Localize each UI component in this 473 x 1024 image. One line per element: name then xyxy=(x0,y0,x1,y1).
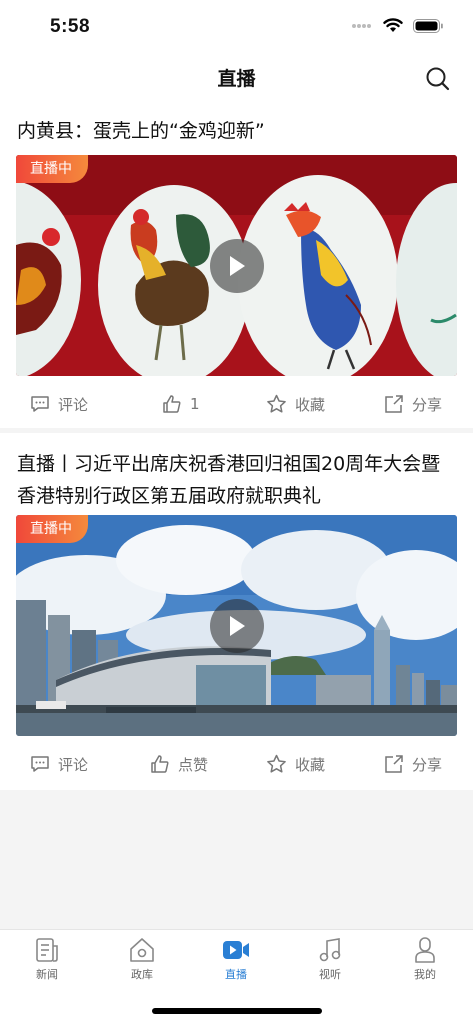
live-card[interactable]: 内黄县：蛋壳上的“金鸡迎新” 直播中 评论 1 收藏 分享 xyxy=(0,100,473,428)
play-icon xyxy=(229,615,245,636)
comment-icon xyxy=(31,756,49,772)
music-icon xyxy=(319,938,341,962)
tab-label: 视听 xyxy=(319,968,341,981)
share-button[interactable]: 分享 xyxy=(384,384,442,424)
status-bar: 5:58 xyxy=(0,0,473,56)
share-button[interactable]: 分享 xyxy=(384,744,442,784)
profile-icon xyxy=(415,937,435,963)
comment-button[interactable]: 评论 xyxy=(30,384,88,424)
page-title: 直播 xyxy=(217,68,256,90)
comment-label: 评论 xyxy=(58,755,89,774)
card-title: 直播丨习近平出席庆祝香港回归祖国20周年大会暨香港特别行政区第五届政府就职典礼 xyxy=(17,453,441,507)
card-title: 内黄县：蛋壳上的“金鸡迎新” xyxy=(17,120,265,142)
favorite-label: 收藏 xyxy=(295,755,326,774)
comment-label: 评论 xyxy=(58,395,89,414)
star-icon xyxy=(267,394,286,413)
tab-label: 政库 xyxy=(131,968,153,981)
favorite-label: 收藏 xyxy=(295,395,326,414)
wifi-icon xyxy=(383,18,403,32)
battery-icon xyxy=(413,18,443,33)
like-button[interactable]: 点赞 xyxy=(150,744,208,784)
play-icon xyxy=(229,255,245,276)
thumbs-up-icon xyxy=(151,755,169,773)
live-card[interactable]: 直播丨习近平出席庆祝香港回归祖国20周年大会暨香港特别行政区第五届政府就职典礼 xyxy=(0,433,473,790)
tab-profile[interactable]: 我的 xyxy=(390,936,460,982)
like-count: 1 xyxy=(190,395,200,413)
tab-label: 我的 xyxy=(414,968,436,981)
play-button[interactable] xyxy=(209,238,264,293)
tab-audio-video[interactable]: 视听 xyxy=(295,936,365,982)
tab-label: 直播 xyxy=(225,968,247,981)
tab-government[interactable]: 政库 xyxy=(107,936,177,982)
favorite-button[interactable]: 收藏 xyxy=(266,384,325,424)
status-indicators xyxy=(351,18,443,33)
search-icon[interactable] xyxy=(425,66,451,92)
share-icon xyxy=(385,755,403,773)
live-thumbnail[interactable]: 直播中 xyxy=(16,515,457,736)
tab-live[interactable]: 直播 xyxy=(201,936,271,982)
share-label: 分享 xyxy=(412,395,443,414)
share-icon xyxy=(385,395,403,413)
play-button[interactable] xyxy=(209,598,264,653)
card-actions: 评论 点赞 收藏 分享 xyxy=(0,744,473,784)
comment-icon xyxy=(31,396,49,412)
share-label: 分享 xyxy=(412,755,443,774)
live-video-icon xyxy=(223,941,249,959)
signal-icon xyxy=(352,23,371,28)
favorite-button[interactable]: 收藏 xyxy=(266,744,325,784)
like-label: 点赞 xyxy=(178,755,209,774)
live-badge: 直播中 xyxy=(16,155,88,183)
star-icon xyxy=(267,754,286,773)
government-icon xyxy=(130,938,154,962)
news-icon xyxy=(36,938,58,962)
status-time: 5:58 xyxy=(50,16,91,37)
card-actions: 评论 1 收藏 分享 xyxy=(0,384,473,424)
live-thumbnail[interactable]: 直播中 xyxy=(16,155,457,376)
like-button[interactable]: 1 xyxy=(162,384,200,424)
live-badge: 直播中 xyxy=(16,515,88,543)
home-indicator xyxy=(152,1008,322,1014)
tab-news[interactable]: 新闻 xyxy=(12,936,82,982)
nav-bar: 直播 xyxy=(0,56,473,100)
thumbs-up-icon xyxy=(163,395,181,413)
comment-button[interactable]: 评论 xyxy=(30,744,88,784)
tab-label: 新闻 xyxy=(36,968,58,981)
